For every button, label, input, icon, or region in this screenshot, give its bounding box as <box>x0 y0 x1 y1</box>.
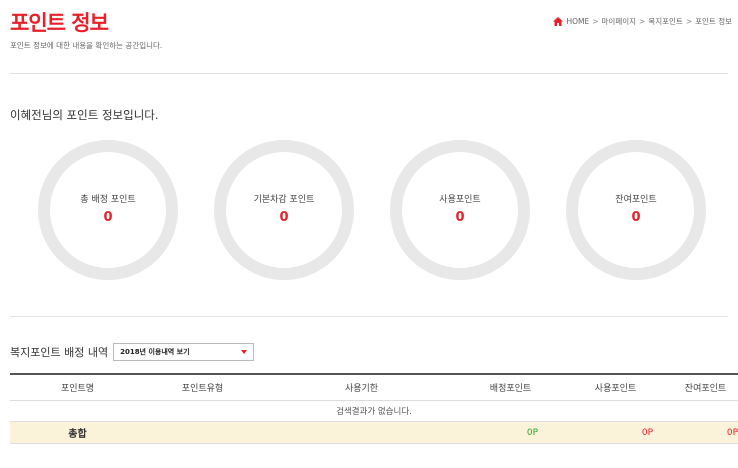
point-summary: 총 배정 포인트 0 기본차감 포인트 0 사용포인트 0 잔여포인트 0 <box>0 140 738 310</box>
total-allocated: 0P <box>526 427 538 438</box>
column-header: 포인트유형 <box>181 384 224 394</box>
summary-total-allocated: 총 배정 포인트 0 <box>38 140 178 280</box>
breadcrumb-point-info: 포인트 정보 <box>695 17 732 26</box>
history-title: 복지포인트 배정 내역 <box>10 346 109 359</box>
breadcrumb-separator: > <box>639 17 646 26</box>
breadcrumb-mypage[interactable]: 마이페이지 <box>602 16 637 27</box>
summary-label: 잔여포인트 <box>615 195 657 205</box>
year-select[interactable]: 2018년 이용내역 보기 <box>113 343 255 361</box>
owner-point-heading: 이혜전님의 포인트 정보입니다. <box>10 108 159 122</box>
breadcrumb-home[interactable]: HOME <box>566 17 589 26</box>
total-remaining: 0P <box>726 427 738 438</box>
summary-remaining: 잔여포인트 0 <box>566 140 706 280</box>
divider <box>10 73 728 74</box>
column-header: 사용기한 <box>344 384 379 394</box>
total-used: 0P <box>641 427 653 438</box>
summary-value: 0 <box>279 210 289 225</box>
breadcrumb-welfare-point[interactable]: 복지포인트 <box>648 16 683 27</box>
point-history-table: 포인트명 포인트유형 사용기한 배정포인트 사용포인트 잔여포인트 검색결과가 … <box>10 373 738 444</box>
summary-value: 0 <box>103 210 113 225</box>
divider <box>10 316 728 317</box>
column-header: 잔여포인트 <box>684 384 727 394</box>
summary-label: 기본차감 포인트 <box>253 195 315 205</box>
breadcrumb: HOME > 마이페이지 > 복지포인트 > 포인트 정보 <box>553 16 732 27</box>
summary-label: 총 배정 포인트 <box>80 195 136 205</box>
breadcrumb-separator: > <box>592 17 599 26</box>
column-header: 배정포인트 <box>489 384 532 394</box>
year-select-value: 2018년 이용내역 보기 <box>120 348 190 356</box>
history-header: 복지포인트 배정 내역 2018년 이용내역 보기 <box>10 343 255 361</box>
empty-result-row: 검색결과가 없습니다. <box>10 401 738 422</box>
summary-used: 사용포인트 0 <box>390 140 530 280</box>
breadcrumb-separator: > <box>685 17 693 26</box>
summary-label: 사용포인트 <box>439 195 481 205</box>
home-icon[interactable] <box>553 17 564 26</box>
table-header: 포인트명 포인트유형 사용기한 배정포인트 사용포인트 잔여포인트 <box>10 373 738 401</box>
column-header: 포인트명 <box>60 384 95 394</box>
column-header: 사용포인트 <box>594 384 637 394</box>
total-label: 총합 <box>68 429 87 440</box>
page-title: 포인트 정보 <box>10 11 109 35</box>
summary-value: 0 <box>631 210 641 225</box>
summary-basic-deduction: 기본차감 포인트 0 <box>214 140 354 280</box>
chevron-down-icon <box>241 350 248 354</box>
total-row: 총합 0P 0P 0P <box>10 422 738 444</box>
page-description: 포인트 정보에 대한 내용을 확인하는 공간입니다. <box>10 41 163 50</box>
summary-value: 0 <box>455 210 465 225</box>
